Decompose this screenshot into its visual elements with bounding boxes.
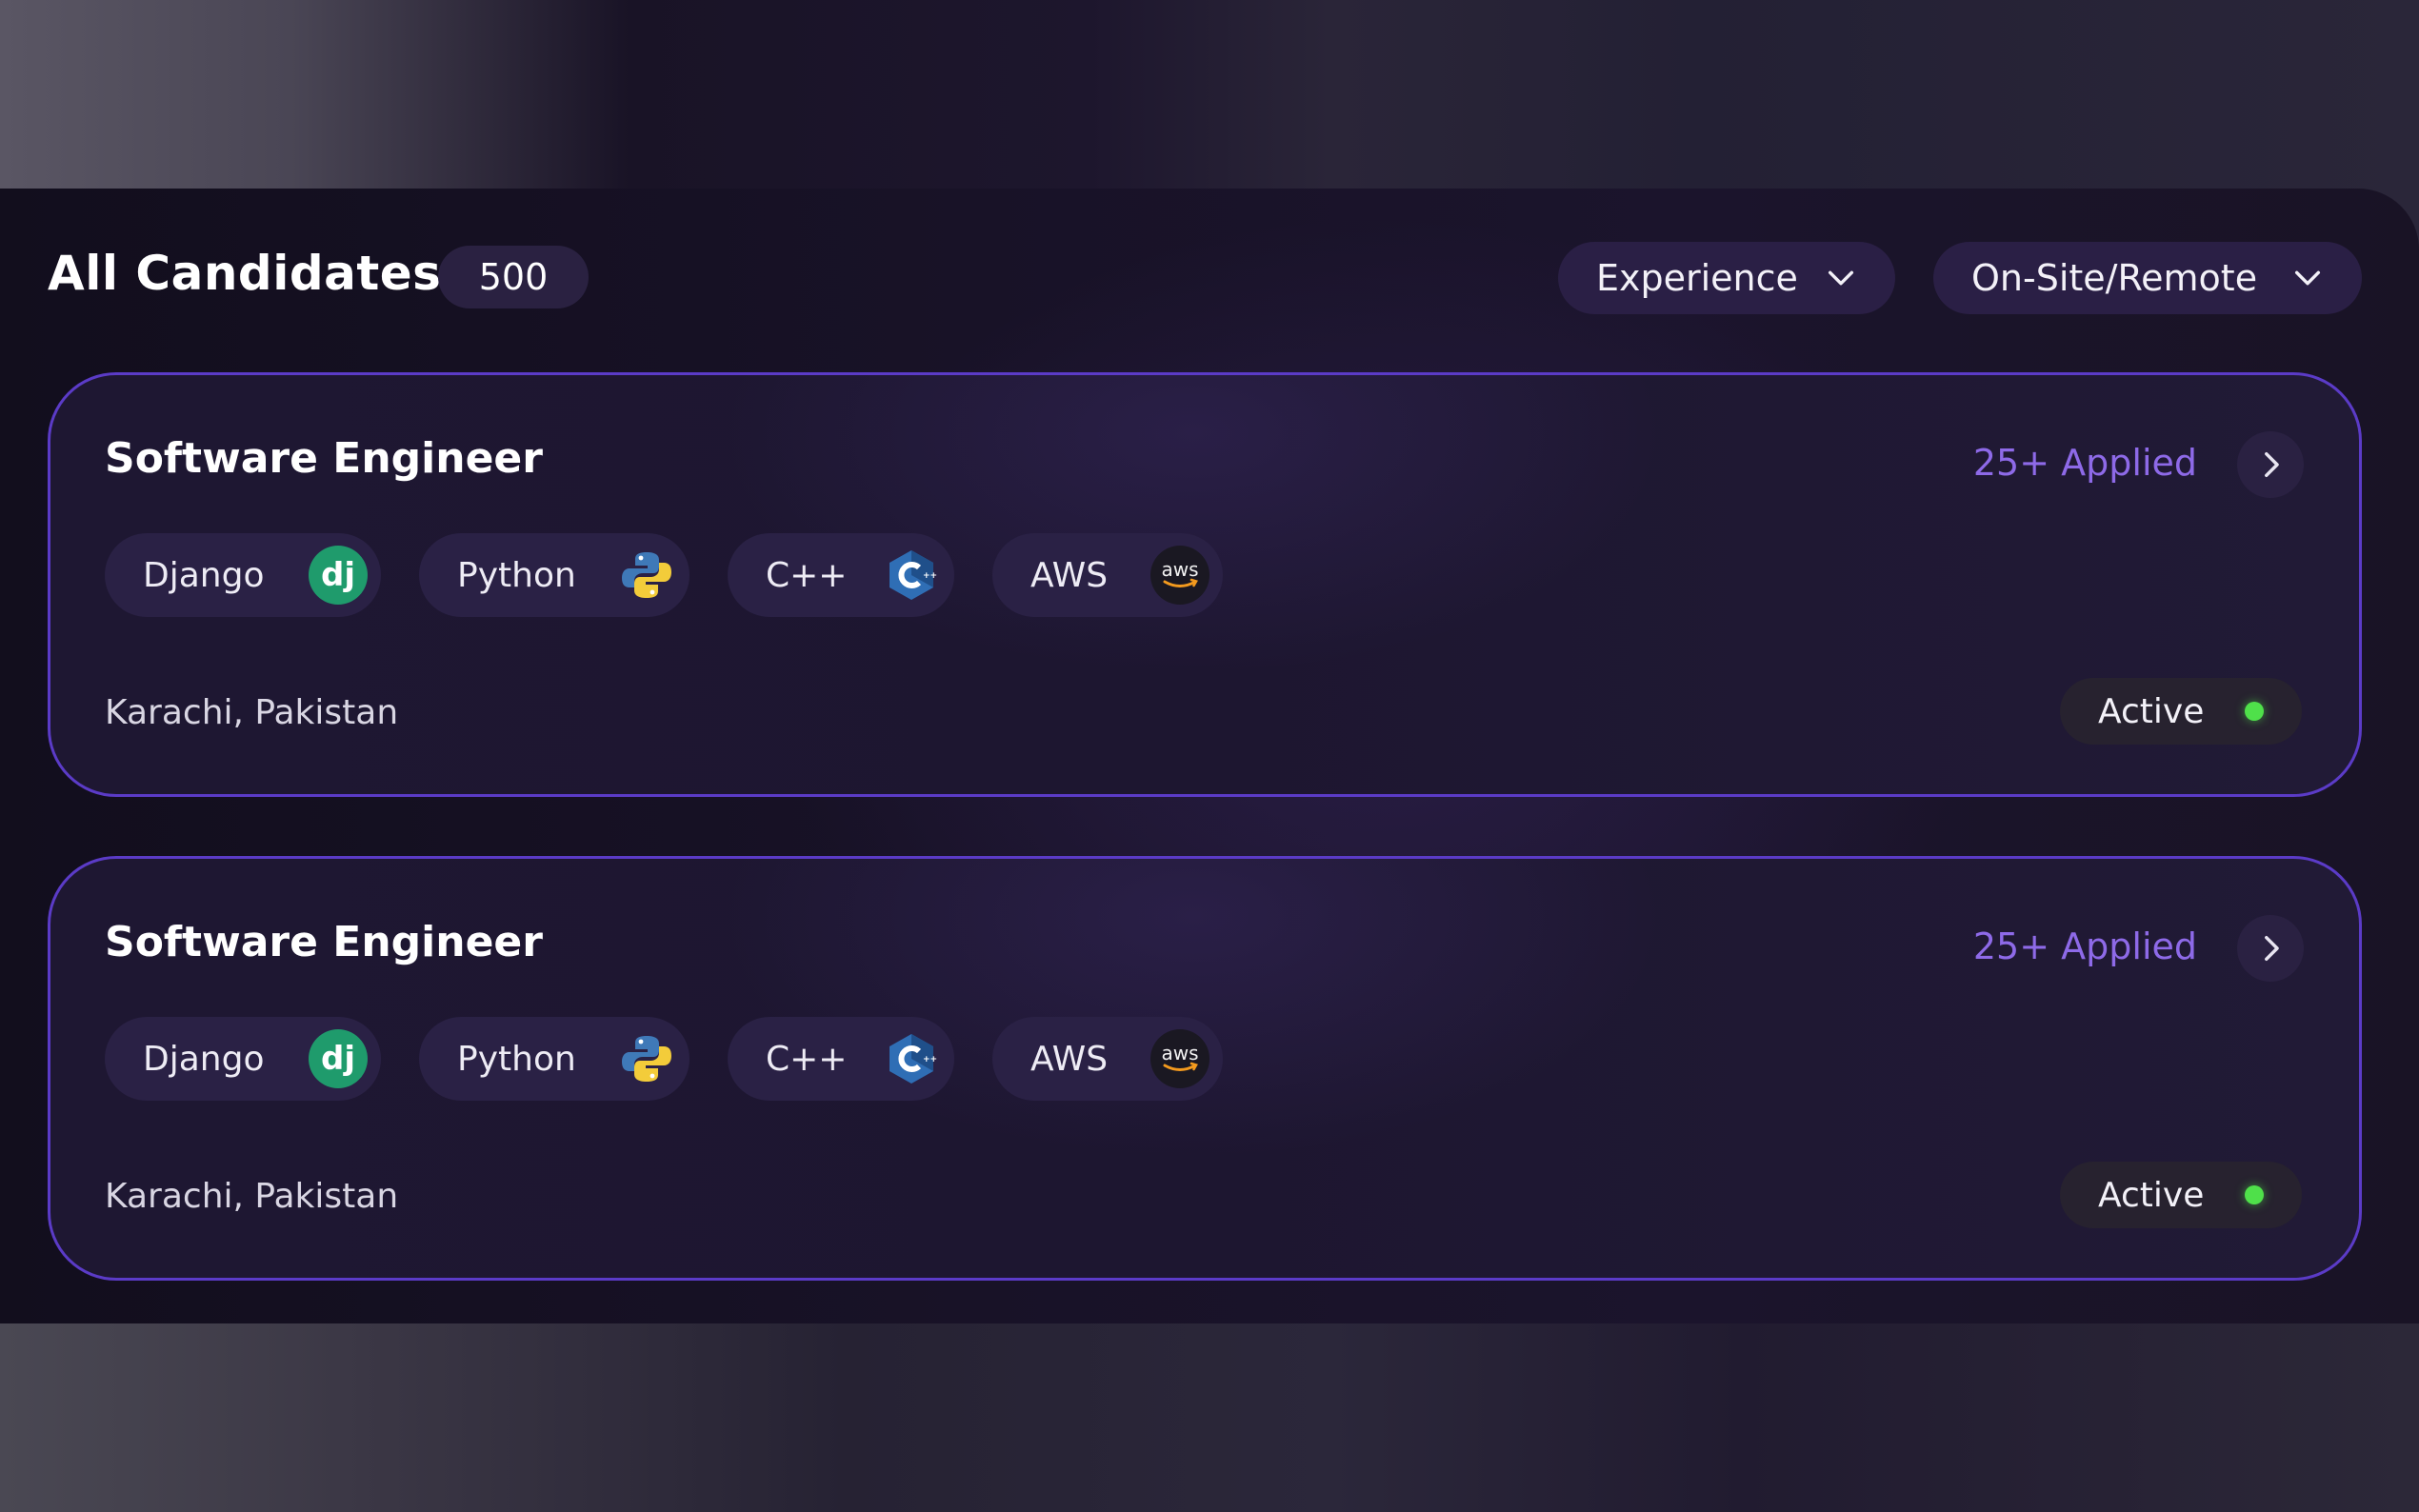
- chevron-down-icon: [2291, 262, 2324, 294]
- aws-logo-text: aws: [1161, 558, 1198, 581]
- job-card[interactable]: Software Engineer 25+ Applied Django dj …: [48, 856, 2362, 1281]
- skill-tag-label: Python: [457, 555, 576, 595]
- chevron-right-icon: [2265, 451, 2279, 478]
- job-location: Karachi, Pakistan: [105, 1177, 399, 1216]
- skill-tag-label: AWS: [1030, 555, 1109, 595]
- status-badge: Active: [2060, 678, 2302, 745]
- skill-tag-label: Django: [143, 1039, 265, 1079]
- skill-tag-label: C++: [766, 555, 848, 595]
- open-job-button[interactable]: [2237, 915, 2304, 982]
- skill-tag-cpp: C++ ++: [728, 1017, 954, 1101]
- open-job-button[interactable]: [2237, 431, 2304, 498]
- skill-tag-aws: AWS aws: [992, 1017, 1223, 1101]
- svg-text:++: ++: [923, 1055, 937, 1064]
- status-dot-icon: [2245, 1185, 2264, 1204]
- python-icon: [617, 1029, 676, 1088]
- candidates-panel: All Candidates 500 Experience On-Site/Re…: [0, 189, 2419, 1323]
- django-icon: dj: [309, 546, 368, 605]
- chevron-right-icon: [2265, 935, 2279, 962]
- aws-logo-text: aws: [1161, 1042, 1198, 1064]
- skill-tag-label: Django: [143, 555, 265, 595]
- applied-count[interactable]: 25+ Applied: [1973, 925, 2197, 967]
- page-title: All Candidates: [48, 246, 442, 301]
- job-title: Software Engineer: [105, 434, 543, 483]
- applied-count[interactable]: 25+ Applied: [1973, 442, 2197, 484]
- status-badge: Active: [2060, 1162, 2302, 1228]
- skill-tag-django: Django dj: [105, 533, 381, 617]
- skill-tag-python: Python: [419, 1017, 690, 1101]
- onsite-remote-filter-dropdown[interactable]: On-Site/Remote: [1933, 242, 2362, 314]
- background-bottom: [0, 1323, 2419, 1512]
- skill-tag-label: Python: [457, 1039, 576, 1079]
- skill-tag-cpp: C++ ++: [728, 533, 954, 617]
- svg-text:++: ++: [923, 571, 937, 581]
- python-icon: [617, 546, 676, 605]
- experience-filter-dropdown[interactable]: Experience: [1558, 242, 1895, 314]
- status-label: Active: [2098, 1175, 2205, 1215]
- job-title: Software Engineer: [105, 918, 543, 966]
- skill-tag-python: Python: [419, 533, 690, 617]
- cpp-icon: ++: [882, 546, 941, 605]
- cpp-icon: ++: [882, 1029, 941, 1088]
- status-label: Active: [2098, 691, 2205, 731]
- aws-icon: aws: [1150, 1029, 1210, 1088]
- chevron-down-icon: [1825, 262, 1857, 294]
- status-dot-icon: [2245, 702, 2264, 721]
- aws-icon: aws: [1150, 546, 1210, 605]
- skill-tag-django: Django dj: [105, 1017, 381, 1101]
- job-location: Karachi, Pakistan: [105, 693, 399, 732]
- onsite-remote-filter-label: On-Site/Remote: [1971, 257, 2258, 299]
- django-icon: dj: [309, 1029, 368, 1088]
- skill-tag-aws: AWS aws: [992, 533, 1223, 617]
- skill-tag-label: C++: [766, 1039, 848, 1079]
- candidates-count-badge: 500: [438, 246, 589, 308]
- skill-tag-label: AWS: [1030, 1039, 1109, 1079]
- skill-tags: Django dj Python C++ ++ AWS aws: [105, 533, 1223, 617]
- job-card[interactable]: Software Engineer 25+ Applied Django dj …: [48, 372, 2362, 797]
- experience-filter-label: Experience: [1596, 257, 1798, 299]
- skill-tags: Django dj Python C++ ++ AWS aws: [105, 1017, 1223, 1101]
